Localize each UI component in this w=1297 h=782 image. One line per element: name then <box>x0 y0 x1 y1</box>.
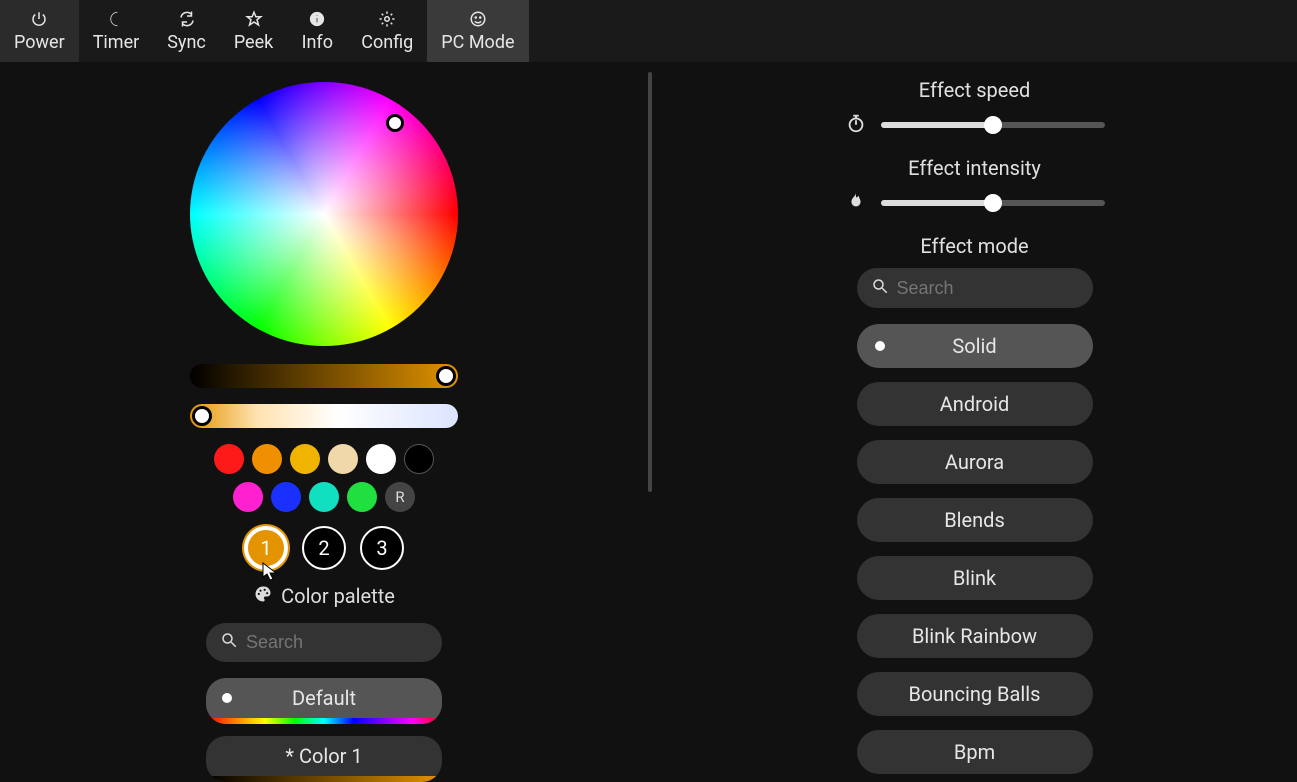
mode-label: Blink <box>953 566 996 590</box>
color-slot-2[interactable]: 2 <box>302 526 346 570</box>
swatch-5[interactable] <box>404 444 434 474</box>
swatch-rows: R <box>214 444 434 512</box>
mode-blink[interactable]: Blink <box>857 556 1093 600</box>
mode-aurora[interactable]: Aurora <box>857 440 1093 484</box>
mode-bpm[interactable]: Bpm <box>857 730 1093 774</box>
selected-dot <box>222 693 232 703</box>
brightness-handle[interactable] <box>436 366 456 386</box>
palette-search-input[interactable] <box>246 632 428 653</box>
palette-header: Color palette <box>253 584 395 609</box>
star-icon <box>245 10 263 28</box>
swatch-3[interactable] <box>328 444 358 474</box>
palette--color-1[interactable]: * Color 1 <box>206 736 442 782</box>
palette-search[interactable] <box>206 623 442 662</box>
sync-icon <box>178 10 196 28</box>
toolbar: Power Timer Sync Peek Info Config PC M <box>0 0 1297 62</box>
mode-list: Solid Android Aurora Blends Blink Blink Rainb… <box>857 324 1093 774</box>
palette-icon <box>253 584 273 609</box>
palette-default[interactable]: Default <box>206 678 442 724</box>
palette-label: * Color 1 <box>285 744 362 768</box>
effect-intensity-label: Effect intensity <box>908 156 1041 180</box>
effect-mode-label: Effect mode <box>920 234 1028 258</box>
timer-label: Timer <box>93 32 140 53</box>
mode-label: Aurora <box>945 450 1004 474</box>
swatch-1[interactable] <box>252 444 282 474</box>
mode-search[interactable] <box>857 268 1093 308</box>
effect-speed-row <box>845 112 1105 138</box>
intensity-knob[interactable] <box>984 194 1002 212</box>
mode-label: Blink Rainbow <box>912 624 1037 648</box>
brightness-slider[interactable] <box>190 364 458 388</box>
stopwatch-icon <box>845 112 867 138</box>
speed-knob[interactable] <box>984 116 1002 134</box>
peek-label: Peek <box>234 32 273 53</box>
config-label: Config <box>361 32 413 53</box>
pcmode-label: PC Mode <box>441 32 514 53</box>
mode-blends[interactable]: Blends <box>857 498 1093 542</box>
pcmode-button[interactable]: PC Mode <box>427 0 528 62</box>
intensity-fill <box>881 200 993 206</box>
color-slot-1[interactable]: 1 <box>244 526 288 570</box>
sync-label: Sync <box>167 32 206 53</box>
gear-icon <box>378 10 396 28</box>
timer-button[interactable]: Timer <box>79 0 154 62</box>
power-icon <box>30 10 48 28</box>
mode-blink-rainbow[interactable]: Blink Rainbow <box>857 614 1093 658</box>
color-wheel-handle[interactable] <box>386 114 404 132</box>
effect-intensity-slider[interactable] <box>881 200 1105 206</box>
mode-label: Solid <box>952 334 996 358</box>
right-panel: Effect speed Effect intensity Effect mod… <box>652 62 1297 782</box>
moon-icon <box>107 10 125 28</box>
effect-speed-slider[interactable] <box>881 122 1105 128</box>
peek-button[interactable]: Peek <box>220 0 287 62</box>
swatch-row-top <box>214 444 434 474</box>
color-slot-3[interactable]: 3 <box>360 526 404 570</box>
temperature-slider[interactable] <box>190 404 458 428</box>
mode-label: Android <box>940 392 1010 416</box>
power-label: Power <box>14 32 65 53</box>
palette-list: Default * Color 1 <box>206 678 442 782</box>
speed-fill <box>881 122 993 128</box>
main: R 123 Color palette Default * Color 1 Eff… <box>0 62 1297 782</box>
mode-label: Bpm <box>954 740 995 764</box>
swatch-b-0[interactable] <box>233 482 263 512</box>
swatch-4[interactable] <box>366 444 396 474</box>
fire-icon <box>845 190 867 216</box>
left-panel: R 123 Color palette Default * Color 1 <box>0 62 648 782</box>
mode-label: Bouncing Balls <box>909 682 1041 706</box>
palette-bar <box>206 718 442 724</box>
mode-search-input[interactable] <box>897 278 1079 299</box>
power-button[interactable]: Power <box>0 0 79 62</box>
swatch-0[interactable] <box>214 444 244 474</box>
temperature-handle[interactable] <box>192 406 212 426</box>
effect-intensity-row <box>845 190 1105 216</box>
palette-label: Default <box>292 686 356 710</box>
config-button[interactable]: Config <box>347 0 427 62</box>
palette-header-label: Color palette <box>281 584 395 608</box>
swatch-2[interactable] <box>290 444 320 474</box>
mode-android[interactable]: Android <box>857 382 1093 426</box>
mode-label: Blends <box>944 508 1005 532</box>
color-wheel[interactable] <box>190 82 458 346</box>
swatch-b-2[interactable] <box>309 482 339 512</box>
mode-solid[interactable]: Solid <box>857 324 1093 368</box>
info-label: Info <box>302 32 333 53</box>
info-button[interactable]: Info <box>287 0 347 62</box>
mode-bouncing-balls[interactable]: Bouncing Balls <box>857 672 1093 716</box>
palette-bar <box>206 776 442 782</box>
info-icon <box>308 10 326 28</box>
sync-button[interactable]: Sync <box>153 0 220 62</box>
swatch-b-3[interactable] <box>347 482 377 512</box>
effect-speed-label: Effect speed <box>919 78 1030 102</box>
swatch-b-1[interactable] <box>271 482 301 512</box>
smile-icon <box>469 10 487 28</box>
selected-dot <box>875 341 885 351</box>
search-icon <box>871 277 889 299</box>
slot-row: 123 <box>244 526 404 570</box>
swatch-reset[interactable]: R <box>385 482 415 512</box>
search-icon <box>220 631 238 653</box>
swatch-row-bottom: R <box>233 482 415 512</box>
